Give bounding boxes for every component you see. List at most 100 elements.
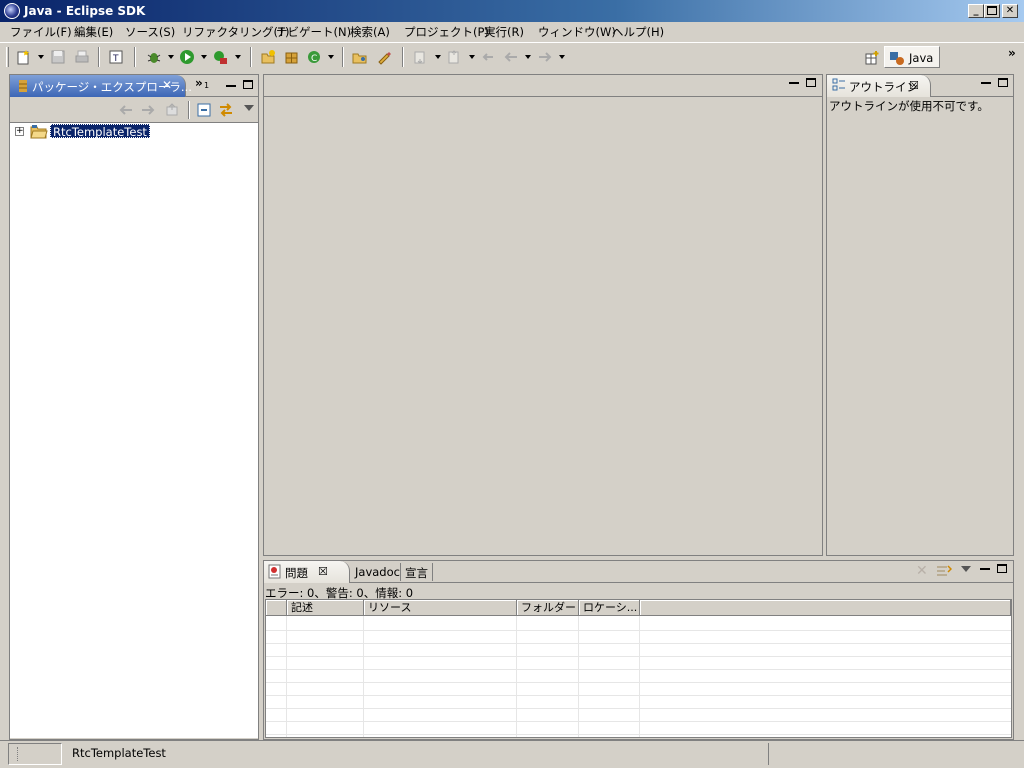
- next-annotation-icon[interactable]: [412, 49, 428, 65]
- link-with-editor-icon[interactable]: [218, 102, 234, 118]
- package-explorer-tree[interactable]: + RtcTemplateTest: [10, 122, 258, 738]
- toolbar-separator: [250, 47, 252, 67]
- menu-search[interactable]: 検索(A): [350, 24, 390, 40]
- minimize-editor-icon[interactable]: [789, 82, 799, 84]
- new-class-dropdown-icon[interactable]: [328, 55, 334, 59]
- tab-javadoc[interactable]: Javadoc: [355, 565, 400, 579]
- new-class-icon[interactable]: C: [306, 49, 322, 65]
- view-overflow-count: 1: [204, 81, 210, 90]
- filter-icon[interactable]: [936, 564, 952, 580]
- save-icon[interactable]: [50, 49, 66, 65]
- new-package-icon[interactable]: [284, 49, 300, 65]
- outline-tab-label: アウトライン: [849, 80, 918, 94]
- view-menu-icon[interactable]: [961, 566, 971, 572]
- grid-line: [363, 616, 364, 737]
- status-grip: [17, 747, 19, 761]
- column-header-resource[interactable]: リソース: [364, 600, 517, 616]
- grid-line: [266, 669, 1011, 670]
- menu-refactor[interactable]: リファクタリング(T): [182, 24, 290, 40]
- pen-icon[interactable]: [376, 49, 392, 65]
- forward-dropdown-icon[interactable]: [559, 55, 565, 59]
- tree-item-project[interactable]: RtcTemplateTest: [50, 124, 150, 139]
- previous-annotation-icon[interactable]: [446, 49, 462, 65]
- print-icon[interactable]: [74, 49, 90, 65]
- title-bar[interactable]: Java - Eclipse SDK: [0, 0, 1024, 22]
- problems-table[interactable]: 記述 リソース フォルダー ロケーシ...: [265, 599, 1012, 738]
- grid-line: [578, 616, 579, 737]
- debug-icon[interactable]: [146, 49, 162, 65]
- outline-tab[interactable]: アウトライン ☒: [827, 75, 931, 97]
- forward-icon[interactable]: [537, 49, 553, 65]
- run-dropdown-icon[interactable]: [201, 55, 207, 59]
- previous-annotation-dropdown-icon[interactable]: [469, 55, 475, 59]
- external-tools-dropdown-icon[interactable]: [235, 55, 241, 59]
- open-perspective-icon[interactable]: [864, 50, 880, 66]
- menu-file[interactable]: ファイル(F): [10, 24, 72, 40]
- delete-icon[interactable]: ✕: [916, 563, 928, 579]
- next-annotation-dropdown-icon[interactable]: [435, 55, 441, 59]
- package-explorer-tab[interactable]: パッケージ・エクスプローラ... ✕: [10, 75, 192, 97]
- view-menu-icon[interactable]: [244, 105, 254, 111]
- column-header-folder[interactable]: フォルダー: [517, 600, 579, 616]
- maximize-view-icon[interactable]: [243, 80, 253, 89]
- expand-toggle-icon[interactable]: +: [15, 127, 24, 136]
- java-perspective-label: Java: [909, 51, 934, 65]
- back-dropdown-icon[interactable]: [525, 55, 531, 59]
- collapse-all-icon[interactable]: [197, 103, 211, 117]
- editor-area[interactable]: [263, 74, 823, 556]
- status-fast-view[interactable]: [8, 743, 62, 765]
- debug-dropdown-icon[interactable]: [168, 55, 174, 59]
- minimize-view-icon[interactable]: [226, 85, 236, 87]
- new-java-project-icon[interactable]: [260, 49, 276, 65]
- maximize-window-button[interactable]: [984, 4, 1000, 18]
- minimize-view-icon[interactable]: [981, 82, 991, 84]
- maximize-editor-icon[interactable]: [806, 78, 816, 87]
- svg-text:T: T: [112, 54, 119, 64]
- menu-navigate[interactable]: ナビゲート(N): [276, 24, 351, 40]
- package-explorer-tabbar: パッケージ・エクスプローラ... ✕ » 1: [10, 75, 258, 97]
- menu-help[interactable]: ヘルプ(H): [612, 24, 664, 40]
- grid-line: [266, 656, 1011, 657]
- menu-window[interactable]: ウィンドウ(W): [538, 24, 616, 40]
- java-perspective-button[interactable]: Java: [884, 46, 940, 68]
- close-tab-icon[interactable]: ☒: [909, 79, 919, 92]
- open-type-icon[interactable]: T: [108, 49, 124, 65]
- run-icon[interactable]: [179, 49, 195, 65]
- column-header-description[interactable]: 記述: [287, 600, 364, 616]
- open-folder-icon[interactable]: [352, 49, 368, 65]
- eclipse-app-icon[interactable]: [4, 3, 20, 19]
- svg-text:C: C: [311, 54, 317, 64]
- menu-project[interactable]: プロジェクト(P): [404, 24, 489, 40]
- external-tools-icon[interactable]: [212, 49, 228, 65]
- toolbar-grip[interactable]: [6, 47, 9, 67]
- back-icon[interactable]: [118, 103, 134, 117]
- view-overflow-icon[interactable]: »: [195, 76, 203, 90]
- menu-run[interactable]: 実行(R): [484, 24, 524, 40]
- problems-tabbar: 問題 ☒ Javadoc 宣言 ✕: [264, 561, 1013, 583]
- outline-icon: [832, 78, 845, 91]
- close-window-button[interactable]: ✕: [1002, 4, 1018, 18]
- last-edit-location-icon[interactable]: [480, 49, 496, 65]
- package-explorer-icon: [19, 80, 27, 92]
- minimize-view-icon[interactable]: [980, 568, 990, 570]
- tab-declaration[interactable]: 宣言: [405, 565, 428, 581]
- perspective-overflow-icon[interactable]: »: [1008, 46, 1016, 60]
- back-icon[interactable]: [503, 49, 519, 65]
- close-tab-icon[interactable]: ✕: [162, 78, 172, 92]
- maximize-view-icon[interactable]: [998, 78, 1008, 87]
- forward-icon[interactable]: [140, 103, 156, 117]
- column-header-icon[interactable]: [266, 600, 287, 616]
- column-header-spacer: [640, 600, 1011, 616]
- minimize-window-button[interactable]: _: [968, 4, 984, 18]
- tab-problems[interactable]: 問題 ☒: [264, 561, 350, 583]
- menu-edit[interactable]: 編集(E): [74, 24, 113, 40]
- new-icon[interactable]: [16, 49, 32, 65]
- menu-source[interactable]: ソース(S): [125, 24, 175, 40]
- new-dropdown-icon[interactable]: [38, 55, 44, 59]
- maximize-view-icon[interactable]: [997, 564, 1007, 573]
- grid-line: [266, 721, 1011, 722]
- tab-problems-label: 問題: [285, 566, 308, 580]
- column-header-location[interactable]: ロケーシ...: [579, 600, 640, 616]
- close-tab-icon[interactable]: ☒: [318, 565, 328, 578]
- up-icon[interactable]: [164, 103, 180, 117]
